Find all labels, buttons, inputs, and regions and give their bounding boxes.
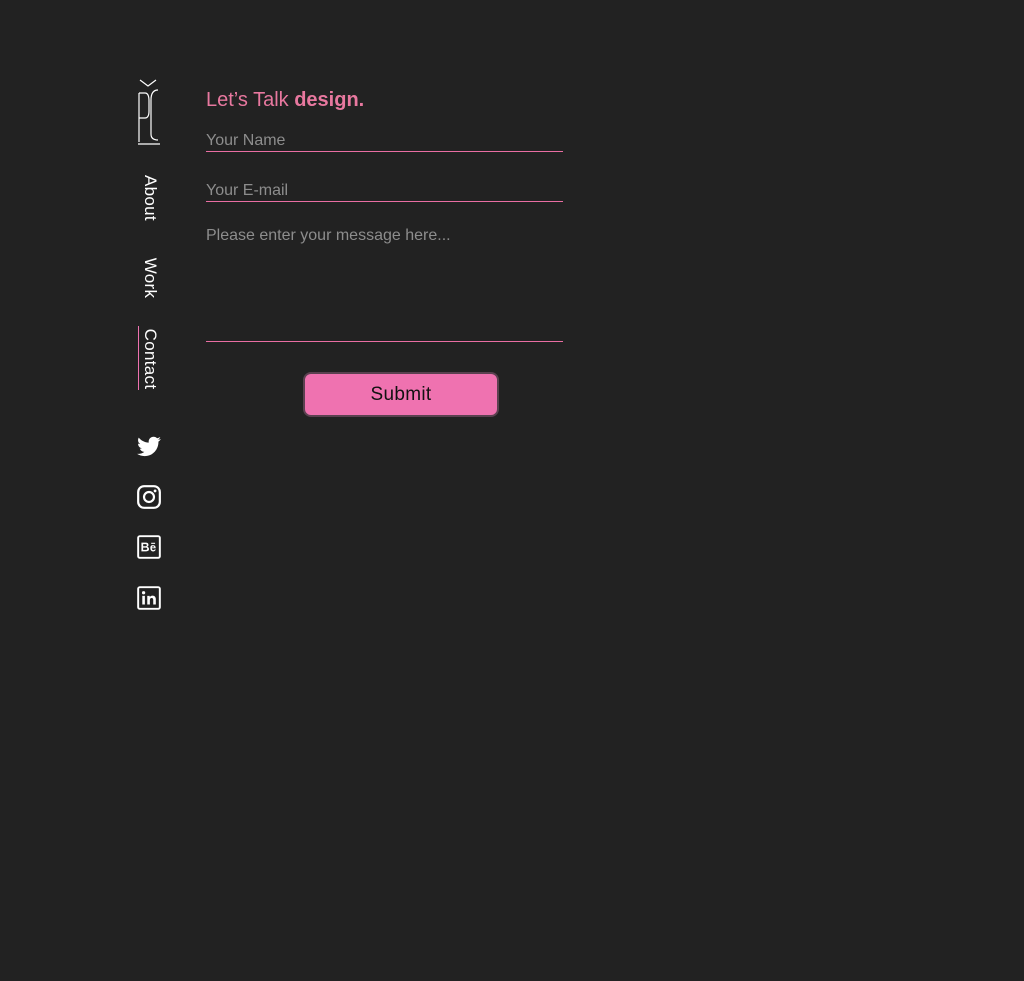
form-heading-bold: design.	[294, 89, 365, 111]
nav-item-about-label: About	[141, 175, 160, 221]
message-field[interactable]	[206, 226, 563, 342]
form-heading: Let’s Talk design.	[206, 89, 364, 112]
instagram-link[interactable]	[136, 484, 162, 510]
nav-item-about[interactable]: About	[139, 172, 161, 224]
twitter-icon	[137, 436, 161, 457]
behance-icon	[137, 535, 161, 559]
email-field[interactable]	[206, 180, 563, 202]
linkedin-icon	[137, 586, 161, 610]
name-field[interactable]	[206, 130, 563, 152]
nav-item-contact-label: Contact	[141, 328, 160, 390]
nav-item-contact[interactable]: Contact	[138, 326, 161, 392]
submit-button[interactable]: Submit	[303, 372, 499, 417]
form-heading-light: Let’s Talk	[206, 89, 289, 111]
instagram-icon	[137, 485, 161, 509]
linkedin-link[interactable]	[136, 585, 162, 611]
nav-item-work[interactable]: Work	[139, 256, 161, 300]
behance-link[interactable]	[136, 534, 162, 560]
contact-page: About Work Contact Let’s Talk design. Yo…	[0, 0, 1024, 981]
nav-item-work-label: Work	[141, 257, 160, 299]
pc-monogram-logo[interactable]	[136, 78, 162, 146]
pc-monogram-icon	[138, 79, 160, 145]
twitter-link[interactable]	[136, 434, 162, 460]
